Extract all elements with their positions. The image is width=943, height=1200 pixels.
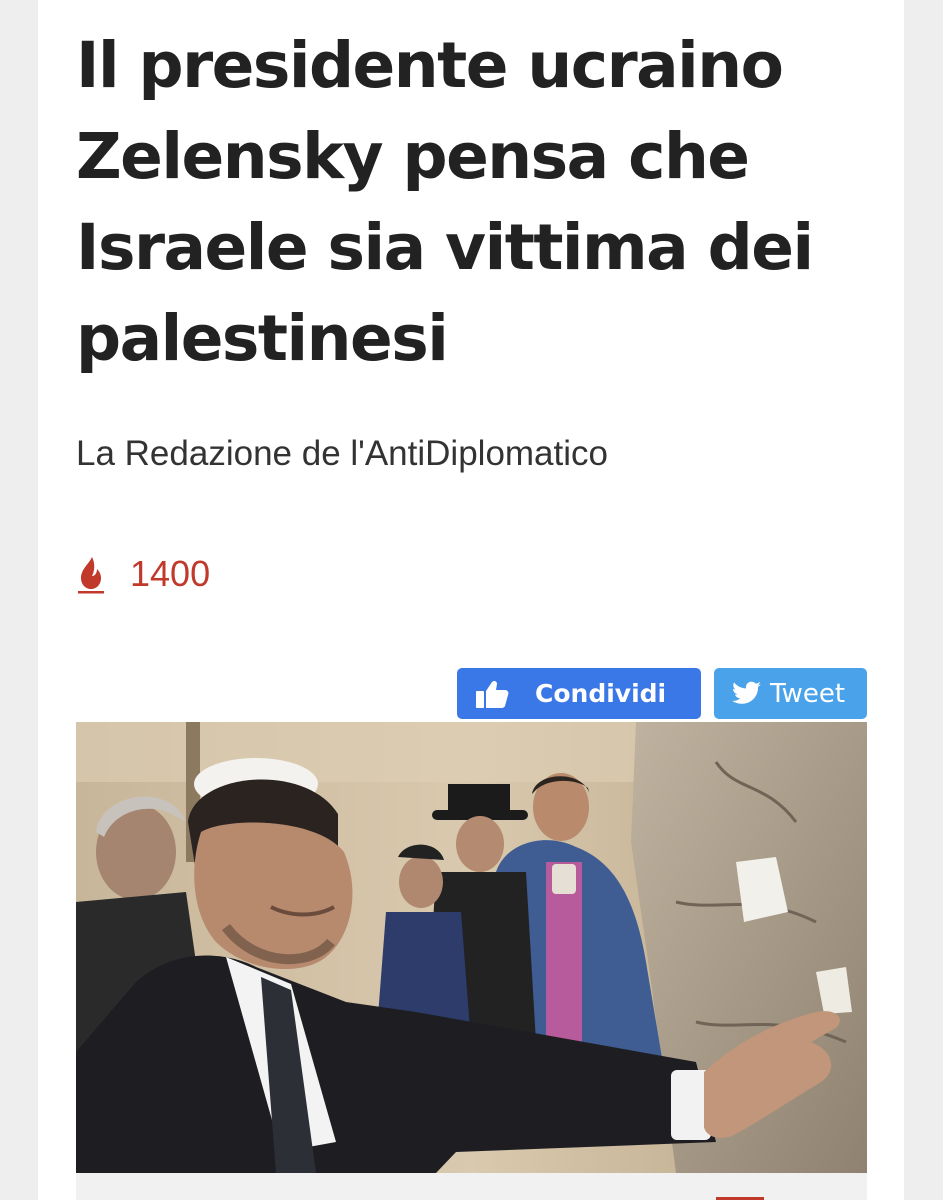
article-title: Il presidente ucraino Zelensky pensa che… [76, 20, 876, 384]
article-title-line: Il presidente ucraino [76, 29, 784, 102]
facebook-share-label: Condividi [535, 679, 667, 708]
article-title-line: Zelensky pensa che [76, 120, 750, 193]
flame-icon [76, 554, 106, 594]
twitter-bird-icon [732, 681, 762, 707]
twitter-share-button[interactable]: Tweet [714, 668, 867, 719]
views-counter: 1400 [76, 554, 210, 594]
article-author: La Redazione de l'AntiDiplomatico [76, 434, 608, 473]
article-title-line: Israele sia vittima dei [76, 211, 814, 284]
thumbs-up-icon [475, 679, 509, 709]
twitter-share-label: Tweet [770, 678, 846, 709]
views-count: 1400 [130, 553, 211, 594]
article-title-line: palestinesi [76, 302, 449, 375]
photo-caption-bar [76, 1173, 867, 1200]
facebook-share-button[interactable]: Condividi [457, 668, 701, 719]
article-photo[interactable] [76, 722, 867, 1173]
article-card: Il presidente ucraino Zelensky pensa che… [38, 0, 904, 1200]
